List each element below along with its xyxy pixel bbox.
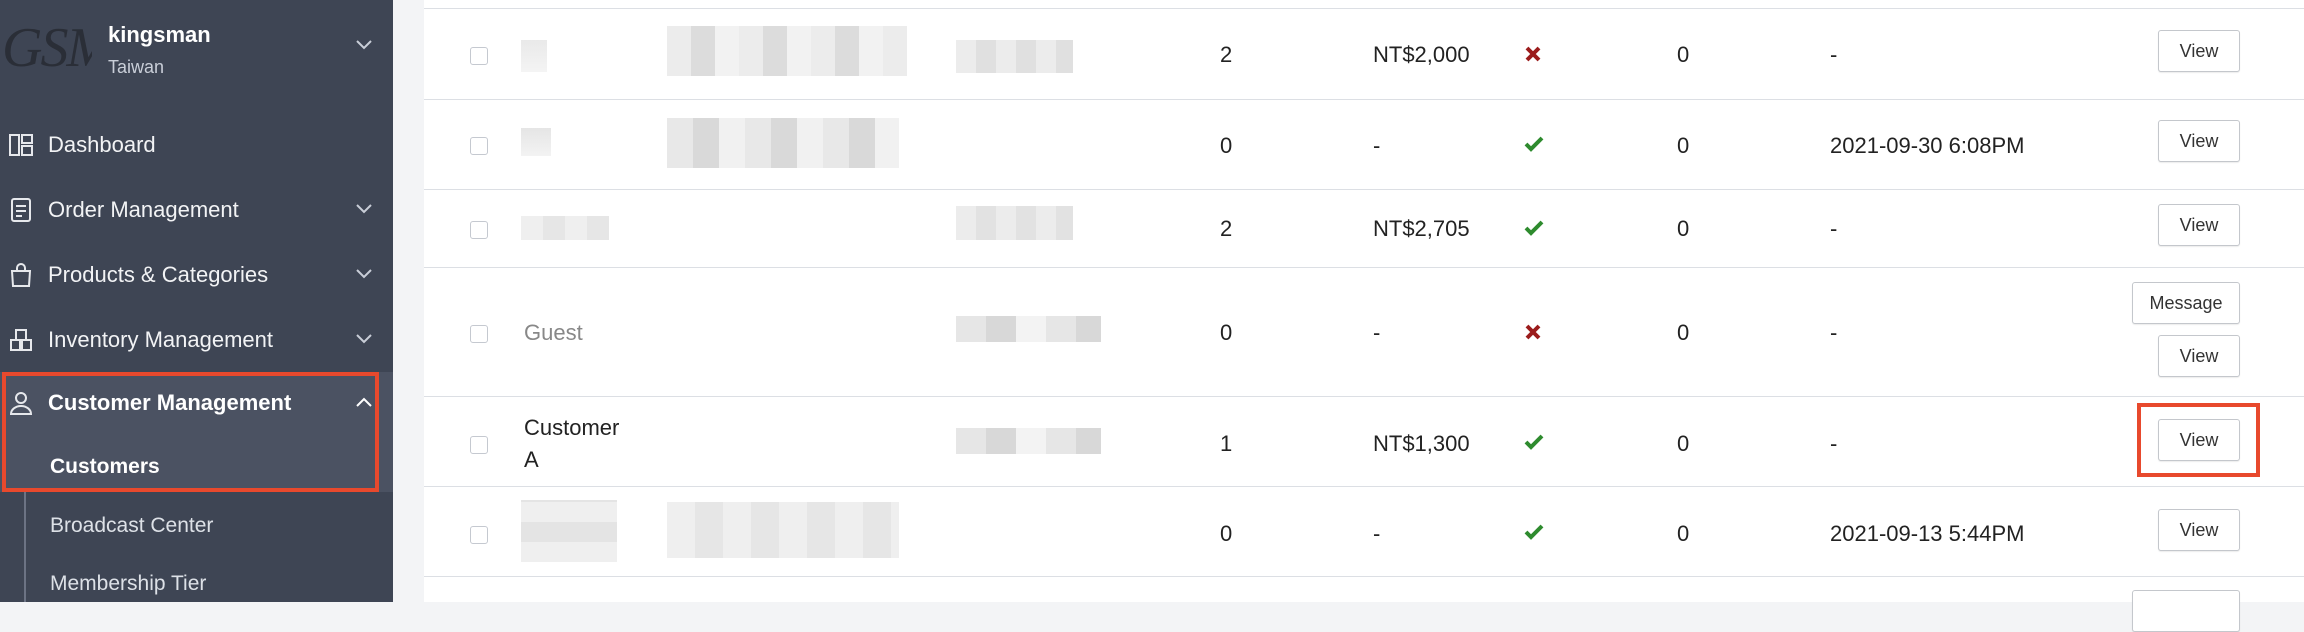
last-login: - (1830, 216, 1838, 241)
customer-name-line2: A (524, 447, 539, 472)
redacted-name (521, 128, 551, 156)
view-button[interactable]: View (2158, 120, 2240, 162)
points: 0 (1677, 320, 1690, 345)
chevron-down-icon (356, 334, 372, 344)
customer-name-line1: Customer (524, 415, 620, 440)
order-count: 2 (1220, 216, 1233, 241)
total-spent: - (1373, 521, 1381, 546)
redacted-name (521, 40, 547, 72)
points: 0 (1677, 133, 1690, 158)
nav-item-order-management[interactable]: Order Management (0, 177, 393, 241)
points: 0 (1677, 42, 1690, 67)
view-button[interactable]: View (2158, 30, 2240, 72)
redacted-name (521, 500, 617, 562)
total-spent: NT$1,300 (1373, 431, 1470, 456)
redacted-name (521, 216, 609, 240)
chevron-down-icon[interactable] (356, 40, 372, 50)
table-row (424, 189, 2304, 268)
total-spent: - (1373, 320, 1381, 345)
redacted-phone (956, 206, 1073, 240)
sub-item-broadcast-center[interactable]: Broadcast Center (50, 514, 213, 538)
cross-icon (1525, 46, 1541, 62)
boxes-icon (10, 329, 32, 351)
total-spent: NT$2,000 (1373, 42, 1470, 67)
view-button[interactable]: View (2158, 335, 2240, 377)
nav-item-dashboard[interactable]: Dashboard (0, 112, 393, 176)
store-name[interactable]: kingsman (108, 22, 211, 48)
customer-name: Guest (524, 320, 583, 345)
redacted-email (667, 118, 899, 168)
submenu-guide-line (24, 492, 26, 602)
nav-item-inventory-management[interactable]: Inventory Management (0, 307, 393, 371)
points: 0 (1677, 431, 1690, 456)
highlight-frame (2137, 403, 2260, 477)
store-region: Taiwan (108, 57, 165, 77)
table-row (424, 396, 2304, 487)
redacted-phone (956, 40, 1073, 73)
nav-label-order-management: Order Management (48, 197, 239, 222)
nav-label-dashboard: Dashboard (48, 132, 156, 157)
view-button[interactable]: View (2158, 509, 2240, 551)
last-login: - (1830, 320, 1838, 345)
chevron-down-icon (356, 269, 372, 279)
order-count: 0 (1220, 521, 1233, 546)
message-button[interactable] (2132, 590, 2240, 632)
last-login: - (1830, 42, 1838, 67)
chevron-down-icon (356, 204, 372, 214)
last-login: 2021-09-13 5:44PM (1830, 521, 2025, 546)
redacted-phone (956, 428, 1101, 454)
row-checkbox[interactable] (470, 221, 488, 239)
last-login: - (1830, 431, 1838, 456)
highlight-frame (2, 372, 379, 492)
last-login: 2021-09-30 6:08PM (1830, 133, 2025, 158)
check-icon (1524, 434, 1544, 450)
order-count: 2 (1220, 42, 1233, 67)
table-row (424, 267, 2304, 397)
order-count: 0 (1220, 133, 1233, 158)
sidebar: GSM kingsman Taiwan Dashboard Order Mana… (0, 0, 393, 602)
row-checkbox[interactable] (470, 436, 488, 454)
shopping-bag-icon (10, 263, 32, 287)
dashboard-icon (9, 134, 33, 156)
points: 0 (1677, 521, 1690, 546)
row-checkbox[interactable] (470, 137, 488, 155)
cross-icon (1525, 324, 1541, 340)
check-icon (1524, 136, 1544, 152)
message-button[interactable]: Message (2132, 282, 2240, 324)
nav-label-inventory-management: Inventory Management (48, 327, 274, 352)
receipt-icon (11, 198, 31, 222)
total-spent: - (1373, 133, 1381, 158)
store-logo: GSM (2, 18, 92, 78)
total-spent: NT$2,705 (1373, 216, 1470, 241)
redacted-email (667, 502, 899, 558)
nav-label-products-categories: Products & Categories (48, 262, 269, 287)
check-icon (1524, 524, 1544, 540)
sub-item-membership-tier[interactable]: Membership Tier (50, 572, 206, 596)
check-icon (1524, 220, 1544, 236)
row-checkbox[interactable] (470, 47, 488, 65)
redacted-phone (956, 316, 1101, 342)
row-checkbox[interactable] (470, 526, 488, 544)
order-count: 1 (1220, 431, 1233, 456)
order-count: 0 (1220, 320, 1233, 345)
points: 0 (1677, 216, 1690, 241)
redacted-email (667, 26, 907, 76)
row-checkbox[interactable] (470, 325, 488, 343)
view-button[interactable]: View (2158, 204, 2240, 246)
nav-item-products-categories[interactable]: Products & Categories (0, 242, 393, 306)
